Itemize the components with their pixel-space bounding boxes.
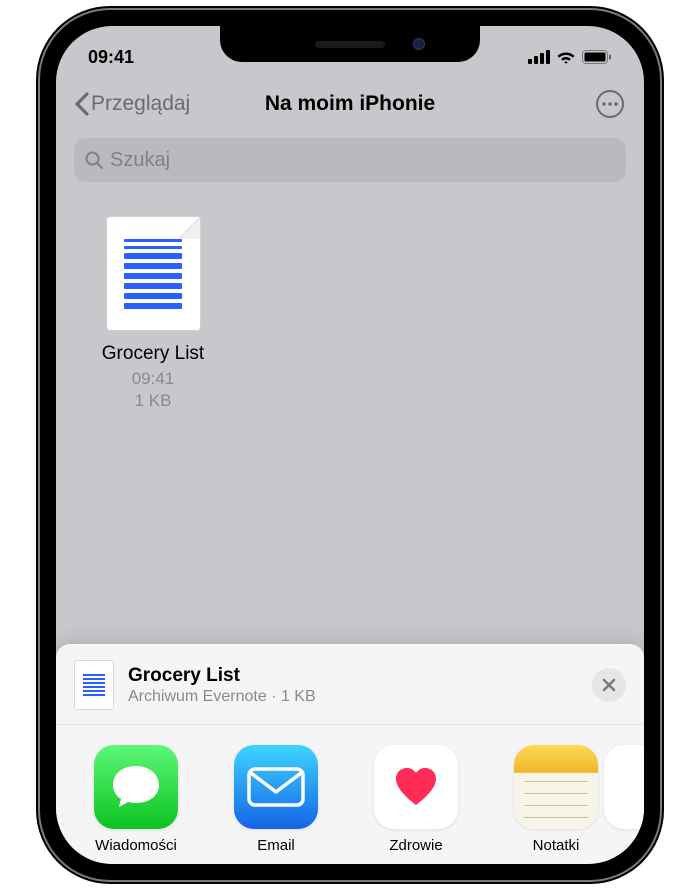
- file-name: Grocery List: [102, 343, 204, 365]
- close-button[interactable]: [592, 668, 626, 702]
- file-size: 1 KB: [135, 391, 172, 411]
- app-label: Email: [257, 837, 295, 854]
- file-item[interactable]: Grocery List 09:41 1 KB: [78, 216, 228, 411]
- close-icon: [602, 678, 616, 692]
- nav-bar: Przeglądaj Na moim iPhonie: [56, 74, 644, 134]
- mail-icon: [234, 745, 318, 829]
- search-input[interactable]: Szukaj: [74, 138, 626, 182]
- back-button[interactable]: Przeglądaj: [74, 92, 190, 116]
- share-header: Grocery List Archiwum Evernote · 1 KB: [56, 644, 644, 725]
- messages-icon: [94, 745, 178, 829]
- screen: 09:41 Przeglądaj Na moim iPhonie Szukaj: [56, 26, 644, 864]
- page-title: Na moim iPhonie: [265, 92, 435, 116]
- share-app-mail[interactable]: Email: [206, 745, 346, 854]
- share-app-health[interactable]: Zdrowie: [346, 745, 486, 854]
- notch: [220, 26, 480, 62]
- app-label: Wiadomości: [95, 837, 177, 854]
- health-icon: [374, 745, 458, 829]
- app-label: Notatki: [533, 837, 580, 854]
- chevron-left-icon: [74, 92, 89, 116]
- share-sheet: Grocery List Archiwum Evernote · 1 KB Wi…: [56, 644, 644, 864]
- share-app-messages[interactable]: Wiadomości: [66, 745, 206, 854]
- status-time: 09:41: [88, 47, 134, 68]
- search-placeholder: Szukaj: [110, 149, 170, 172]
- wifi-icon: [556, 50, 576, 64]
- document-icon: [106, 216, 201, 331]
- battery-icon: [582, 50, 612, 64]
- share-title: Grocery List: [128, 665, 592, 687]
- share-subtitle: Archiwum Evernote · 1 KB: [128, 688, 592, 706]
- cellular-icon: [528, 50, 550, 64]
- share-document-icon: [74, 660, 114, 710]
- search-icon: [84, 150, 104, 170]
- back-label: Przeglądaj: [91, 92, 190, 116]
- more-button[interactable]: [594, 88, 626, 120]
- share-app-row[interactable]: Wiadomości Email Zdrowie: [56, 725, 644, 864]
- share-app-more[interactable]: [626, 745, 644, 854]
- notes-icon: [514, 745, 598, 829]
- status-icons: [528, 50, 612, 64]
- file-grid: Grocery List 09:41 1 KB: [56, 196, 644, 431]
- phone-frame: 09:41 Przeglądaj Na moim iPhonie Szukaj: [40, 10, 660, 880]
- file-time: 09:41: [132, 369, 175, 389]
- ellipsis-circle-icon: [595, 89, 625, 119]
- app-label: Zdrowie: [389, 837, 442, 854]
